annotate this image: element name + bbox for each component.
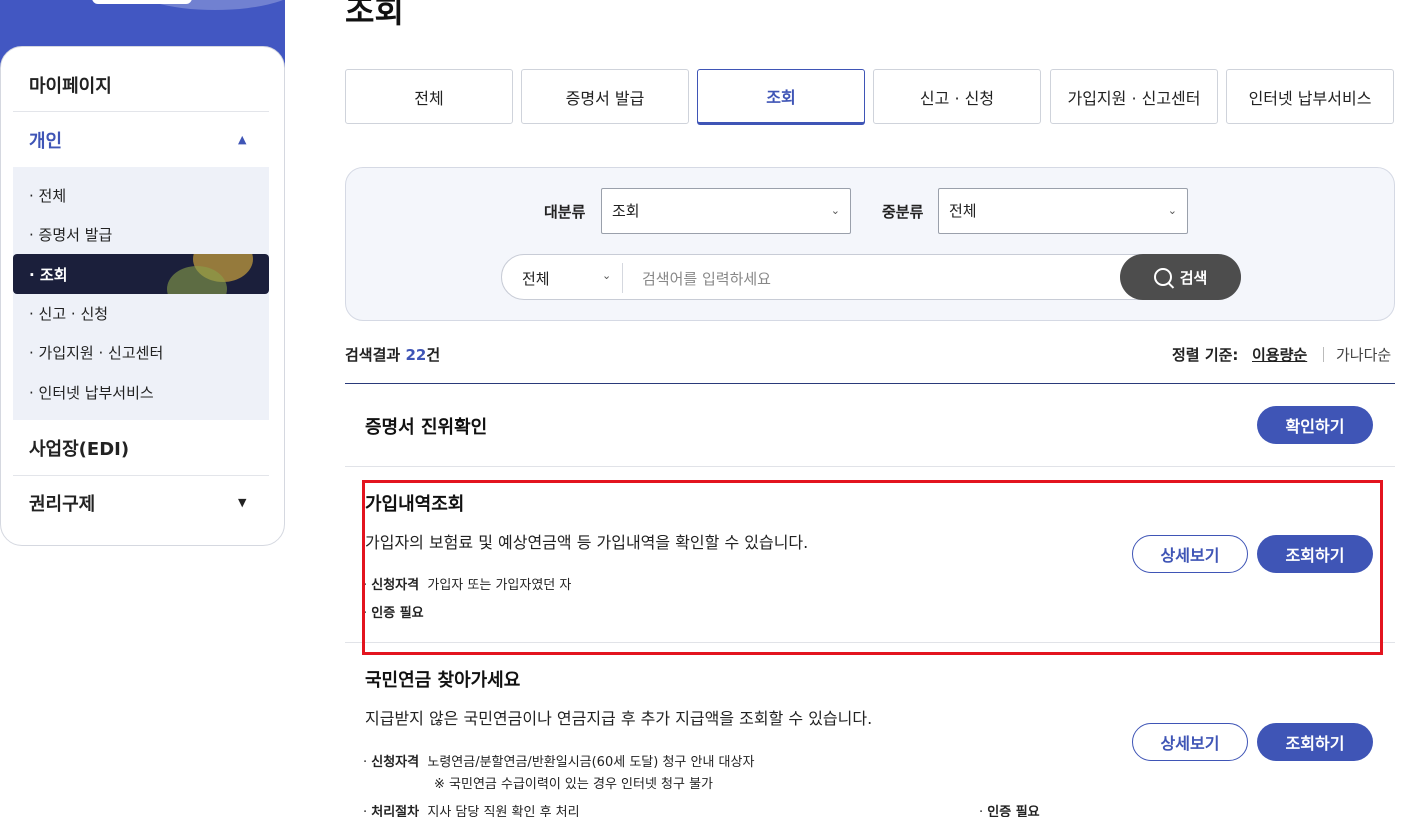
search-icon: [1153, 268, 1172, 286]
sidebar: 마이페이지 개인 ▲ · 전체 · 증명서 발급 · 신고 · 신청 · 가입지…: [0, 46, 285, 546]
tab-payment[interactable]: 인터넷 납부서비스: [1226, 69, 1394, 124]
page-title: 조회: [345, 0, 404, 30]
search-bar: 전체 ⌄ 검색어를 입력하세요 검색: [501, 254, 1241, 300]
minor-category-value: 전체: [949, 202, 977, 220]
item-title: 국민연금 찾아가세요: [365, 670, 521, 691]
inquiry-button[interactable]: 조회하기: [1257, 723, 1373, 761]
result-count-number: 22: [405, 346, 427, 364]
tab-report[interactable]: 신고 · 신청: [873, 69, 1041, 124]
sidebar-item-mypage[interactable]: 마이페이지: [29, 72, 112, 98]
sidebar-subitem-report[interactable]: · 신고 · 신청: [29, 303, 108, 324]
divider: [1323, 347, 1324, 362]
sort-label: 정렬 기준:: [1172, 346, 1239, 364]
sidebar-subitem-inquiry-label: · 조회: [29, 266, 68, 284]
process-value: 지사 담당 직원 확인 후 처리: [427, 805, 580, 817]
item-auth: · 인증 필요: [979, 801, 1040, 817]
search-input[interactable]: 검색어를 입력하세요: [642, 268, 771, 289]
item-eligibility: · 신청자격 노령연금/분할연금/반환일시금(60세 도달) 청구 안내 대상자: [363, 755, 755, 770]
result-count-prefix: 검색결과: [345, 346, 401, 364]
chevron-up-icon[interactable]: ▲: [238, 133, 246, 146]
verify-button[interactable]: 확인하기: [1257, 406, 1373, 444]
search-button-label: 검색: [1179, 268, 1208, 287]
chevron-down-icon: ⌄: [1167, 204, 1177, 217]
sort-by-alphabet[interactable]: 가나다순: [1336, 344, 1391, 365]
minor-category-select[interactable]: 전체 ⌄: [938, 188, 1188, 234]
sidebar-subitem-payment[interactable]: · 인터넷 납부서비스: [29, 382, 154, 403]
divider: [13, 475, 269, 476]
sidebar-item-personal[interactable]: 개인: [29, 127, 62, 153]
sidebar-subitem-inquiry[interactable]: · 조회: [13, 254, 269, 294]
major-category-label: 대분류: [544, 203, 586, 221]
tab-certificate[interactable]: 증명서 발급: [521, 69, 689, 124]
item-description: 지급받지 않은 국민연금이나 연금지급 후 추가 지급액을 조회할 수 있습니다…: [365, 709, 873, 728]
major-category-select[interactable]: 조회 ⌄: [601, 188, 851, 234]
divider: [13, 111, 269, 112]
process-label: 처리절차: [371, 805, 420, 817]
major-category-value: 조회: [612, 202, 640, 220]
search-scope-select[interactable]: 전체: [522, 268, 550, 289]
eligibility-value: 노령연금/분할연금/반환일시금(60세 도달) 청구 안내 대상자: [427, 755, 755, 770]
banner-decoration-notch: [92, 0, 192, 4]
sidebar-subitem-support[interactable]: · 가입지원 · 신고센터: [29, 342, 163, 363]
result-count-suffix: 건: [426, 346, 441, 364]
tab-support[interactable]: 가입지원 · 신고센터: [1050, 69, 1218, 124]
item-process: · 처리절차 지사 담당 직원 확인 후 처리: [363, 801, 580, 817]
minor-category-label: 중분류: [882, 203, 924, 221]
highlight-box: [362, 480, 1383, 655]
eligibility-label: 신청자격: [371, 755, 420, 770]
chevron-down-icon: ⌄: [830, 204, 840, 217]
divider: [345, 383, 1395, 384]
sidebar-subitem-certificate[interactable]: · 증명서 발급: [29, 224, 112, 245]
search-button[interactable]: 검색: [1120, 254, 1241, 300]
auth-required: 인증 필요: [987, 805, 1040, 817]
sort-options: 정렬 기준: 이용량순 가나다순: [1172, 344, 1391, 365]
eligibility-note: ※ 국민연금 수급이력이 있는 경우 인터넷 청구 불가: [434, 777, 714, 792]
result-count: 검색결과 22건: [345, 344, 440, 365]
detail-button[interactable]: 상세보기: [1132, 723, 1248, 761]
sidebar-item-rights[interactable]: 권리구제: [29, 490, 95, 516]
search-panel: 대분류 조회 ⌄ 중분류 전체 ⌄ 전체 ⌄ 검색어를 입력하세요 검색: [345, 167, 1395, 321]
divider: [345, 466, 1395, 467]
sidebar-item-business[interactable]: 사업장(EDI): [29, 435, 129, 461]
chevron-down-icon[interactable]: ▼: [238, 496, 246, 509]
divider: [622, 263, 623, 293]
chevron-down-icon[interactable]: ⌄: [602, 269, 611, 282]
sort-by-usage[interactable]: 이용량순: [1252, 344, 1307, 365]
sidebar-subitem-all[interactable]: · 전체: [29, 185, 66, 206]
tab-inquiry[interactable]: 조회: [697, 69, 865, 124]
item-title: 증명서 진위확인: [365, 417, 488, 438]
tab-all[interactable]: 전체: [345, 69, 513, 124]
